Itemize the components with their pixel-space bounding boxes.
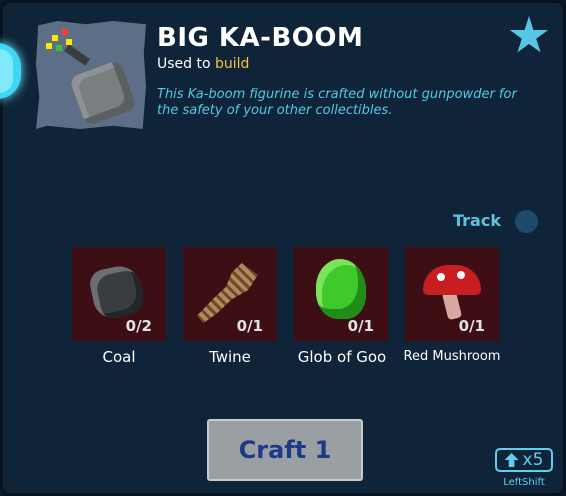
used-to-prefix: Used to (157, 56, 211, 72)
ingredient-name: Twine (209, 348, 251, 366)
used-to-line: Used to build (157, 56, 249, 72)
ingredient-name: Red Mushroom (403, 349, 501, 364)
favorite-star-icon[interactable] (509, 16, 549, 53)
craft-multiplier-button[interactable]: x5 (495, 448, 553, 472)
crafting-panel: BIG KA-BOOM Used to build This Ka-boom f… (0, 0, 566, 496)
track-label: Track (453, 211, 501, 230)
twine-icon (197, 263, 258, 323)
ingredient-name: Glob of Goo (297, 348, 387, 366)
fuse-graphic (64, 44, 90, 66)
back-tab[interactable] (0, 43, 21, 99)
ingredient-count: 0/1 (236, 317, 263, 335)
ingredient-count: 0/1 (347, 317, 374, 335)
ingredient-slot-goo[interactable]: 0/1 (294, 247, 388, 341)
ingredient-name: Coal (102, 348, 136, 366)
mushroom-icon (423, 265, 481, 295)
item-title: BIG KA-BOOM (157, 23, 364, 53)
ingredient-count: 0/1 (458, 317, 485, 335)
used-to-action: build (215, 56, 250, 72)
goo-icon (316, 259, 366, 319)
craft-button[interactable]: Craft 1 (207, 419, 363, 481)
track-toggle[interactable] (515, 210, 538, 233)
bomb-icon (68, 59, 138, 127)
multiplier-value: x5 (522, 450, 544, 470)
ingredient-slot-twine[interactable]: 0/1 (183, 247, 277, 341)
ingredient-slot-coal[interactable]: 0/2 (72, 247, 166, 341)
ingredient-count: 0/2 (125, 317, 152, 335)
item-thumbnail (36, 21, 146, 129)
shift-arrow-icon (504, 453, 519, 467)
item-description: This Ka-boom figurine is crafted without… (157, 87, 517, 118)
multiplier-key-label: LeftShift (503, 477, 545, 488)
coal-icon (87, 262, 147, 322)
ingredient-slot-mushroom[interactable]: 0/1 (405, 247, 499, 341)
